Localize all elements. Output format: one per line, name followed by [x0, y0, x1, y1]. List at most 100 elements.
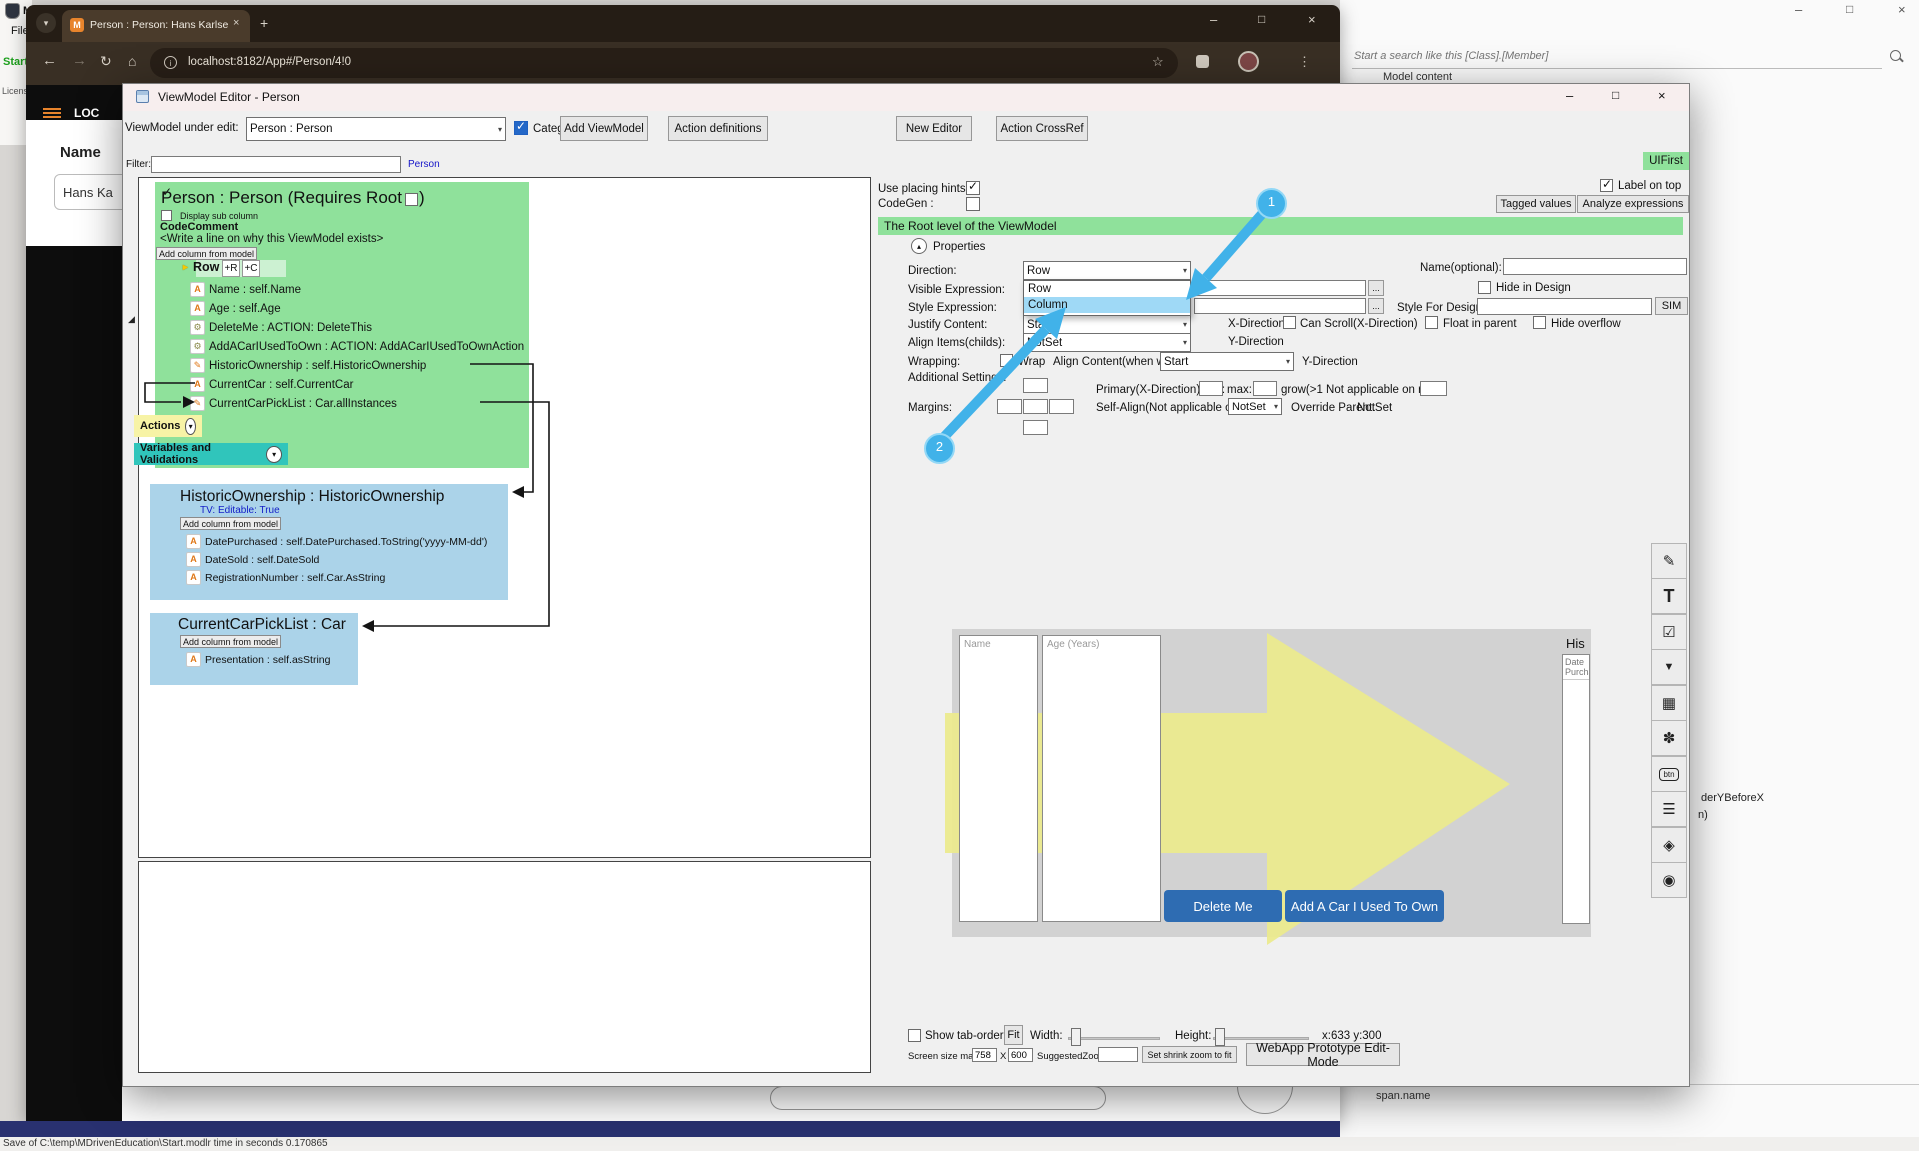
- dropdown-option-row[interactable]: Row: [1024, 281, 1190, 297]
- float-in-parent-checkbox[interactable]: [1425, 316, 1438, 329]
- visible-expression-input[interactable]: [1194, 280, 1366, 296]
- style-expression-ellipsis-button[interactable]: ...: [1368, 298, 1384, 314]
- align-content-select[interactable]: Start ▾: [1160, 352, 1294, 371]
- primary-min-input[interactable]: [1199, 381, 1223, 396]
- use-placing-hints-checkbox[interactable]: [966, 181, 980, 195]
- width-slider-thumb[interactable]: [1071, 1028, 1081, 1046]
- sim-button[interactable]: SIM: [1655, 297, 1688, 315]
- width-slider-track[interactable]: [1068, 1037, 1160, 1040]
- editor-minimize-icon[interactable]: –: [1566, 88, 1573, 103]
- bg-close-icon[interactable]: ×: [1898, 2, 1906, 17]
- max-input[interactable]: [1253, 381, 1277, 396]
- justify-content-select[interactable]: Start ▾: [1023, 315, 1191, 334]
- filter-label: Filter:: [126, 159, 151, 170]
- screen-width-input[interactable]: [972, 1048, 997, 1062]
- bg-maximize-icon[interactable]: □: [1846, 2, 1853, 16]
- can-scroll-checkbox[interactable]: [1283, 316, 1296, 329]
- margin-right-input[interactable]: [1049, 399, 1074, 414]
- hamburger-icon[interactable]: [43, 106, 61, 120]
- style-expression-input[interactable]: [1194, 298, 1366, 314]
- dropdown-option-column[interactable]: Column: [1024, 297, 1190, 313]
- tool-calendar[interactable]: ▦: [1651, 685, 1687, 721]
- kebab-menu-icon[interactable]: ⋮: [1298, 54, 1311, 70]
- editor-maximize-icon[interactable]: □: [1612, 88, 1619, 102]
- name-field[interactable]: [54, 174, 122, 210]
- preview-date-column[interactable]: Date Purchased: [1562, 654, 1590, 924]
- grow-input[interactable]: [1420, 381, 1447, 396]
- browser-minimize-icon[interactable]: –: [1210, 12, 1217, 27]
- tool-text[interactable]: T: [1651, 578, 1687, 614]
- browser-close-icon[interactable]: ×: [1308, 12, 1316, 27]
- splitter-handle-icon[interactable]: ◢: [128, 314, 135, 325]
- filter-input[interactable]: [151, 156, 401, 173]
- tab-search-icon[interactable]: ▾: [36, 13, 56, 33]
- site-info-icon[interactable]: i: [164, 56, 177, 69]
- editor-close-icon[interactable]: ×: [1658, 88, 1666, 103]
- action-definitions-button[interactable]: Action definitions: [668, 116, 768, 141]
- visible-expression-ellipsis-button[interactable]: ...: [1368, 280, 1384, 296]
- avatar[interactable]: [1238, 51, 1259, 72]
- bookmark-star-icon[interactable]: ☆: [1152, 54, 1164, 70]
- editor-titlebar[interactable]: [123, 84, 1689, 111]
- visible-expression-label: Visible Expression:: [908, 284, 1005, 296]
- tool-button[interactable]: btn: [1651, 756, 1687, 792]
- back-icon[interactable]: ←: [42, 52, 57, 69]
- model-search-input[interactable]: [1352, 44, 1882, 69]
- webapp-prototype-mode-button[interactable]: WebApp Prototype Edit-Mode: [1246, 1043, 1400, 1066]
- set-shrink-zoom-button[interactable]: Set shrink zoom to fit: [1142, 1046, 1237, 1063]
- edit-box-icon: ✎: [1663, 552, 1676, 570]
- new-editor-button[interactable]: New Editor: [896, 116, 972, 141]
- suggested-zoom-input[interactable]: [1098, 1047, 1138, 1062]
- align-items-select[interactable]: NotSet ▾: [1023, 333, 1191, 352]
- browser-maximize-icon[interactable]: □: [1258, 12, 1265, 26]
- action-crossref-button[interactable]: Action CrossRef: [996, 116, 1088, 141]
- name-optional-input[interactable]: [1503, 258, 1687, 275]
- collapse-icon[interactable]: ▴: [911, 238, 927, 254]
- url-text[interactable]: localhost:8182/App#/Person/4!0: [188, 56, 351, 68]
- forward-icon[interactable]: →: [72, 52, 87, 69]
- margin-center-input[interactable]: [1023, 399, 1048, 414]
- wrap-checkbox[interactable]: [1000, 354, 1013, 367]
- screen-height-input[interactable]: [1008, 1048, 1033, 1062]
- reload-icon[interactable]: ↻: [100, 53, 112, 70]
- tab-close-icon[interactable]: ×: [233, 17, 239, 29]
- add-car-button[interactable]: Add A Car I Used To Own: [1285, 890, 1444, 922]
- label-on-top-checkbox[interactable]: [1600, 179, 1613, 192]
- viewmodel-select[interactable]: Person : Person ▾: [246, 117, 506, 141]
- analyze-expressions-button[interactable]: Analyze expressions: [1577, 195, 1689, 213]
- preview-name-column[interactable]: Name: [959, 635, 1038, 922]
- tool-list[interactable]: ☰: [1651, 791, 1687, 827]
- self-align-select[interactable]: NotSet ▾: [1228, 398, 1282, 415]
- tool-checkbox[interactable]: ☑: [1651, 614, 1687, 650]
- page-search-bar[interactable]: [770, 1086, 1106, 1110]
- extensions-icon[interactable]: [1196, 55, 1209, 68]
- bg-minimize-icon[interactable]: –: [1795, 2, 1802, 17]
- new-tab-icon[interactable]: +: [260, 15, 268, 31]
- margin-top-input[interactable]: [1023, 378, 1048, 393]
- home-icon[interactable]: ⌂: [128, 53, 136, 69]
- search-icon[interactable]: [1890, 50, 1901, 61]
- margin-left-input[interactable]: [997, 399, 1022, 414]
- tagged-values-button[interactable]: Tagged values: [1496, 195, 1576, 213]
- delete-me-button[interactable]: Delete Me: [1164, 890, 1282, 922]
- show-tab-order-checkbox[interactable]: [908, 1029, 921, 1042]
- hide-overflow-checkbox[interactable]: [1533, 316, 1546, 329]
- direction-select[interactable]: Row ▾: [1023, 261, 1191, 280]
- tool-cube[interactable]: ◈: [1651, 827, 1687, 863]
- properties-section-label: Properties: [933, 241, 985, 253]
- height-slider-thumb[interactable]: [1215, 1028, 1225, 1046]
- margin-bottom-input[interactable]: [1023, 420, 1048, 435]
- hide-in-design-checkbox[interactable]: [1478, 281, 1491, 294]
- filter-class-link[interactable]: Person: [408, 159, 440, 170]
- tool-image[interactable]: ✽: [1651, 720, 1687, 756]
- secondary-canvas[interactable]: [138, 861, 871, 1073]
- style-for-design-input[interactable]: [1477, 298, 1652, 315]
- codegen-checkbox[interactable]: [966, 197, 980, 211]
- tool-dropdown[interactable]: ▼: [1651, 649, 1687, 685]
- add-viewmodel-button[interactable]: Add ViewModel: [560, 116, 648, 141]
- fit-button[interactable]: Fit: [1004, 1025, 1023, 1045]
- tool-edit-box[interactable]: ✎: [1651, 543, 1687, 579]
- preview-age-column[interactable]: Age (Years): [1042, 635, 1161, 922]
- categ-checkbox[interactable]: [514, 121, 528, 135]
- tool-prototype-view[interactable]: ◉: [1651, 862, 1687, 898]
